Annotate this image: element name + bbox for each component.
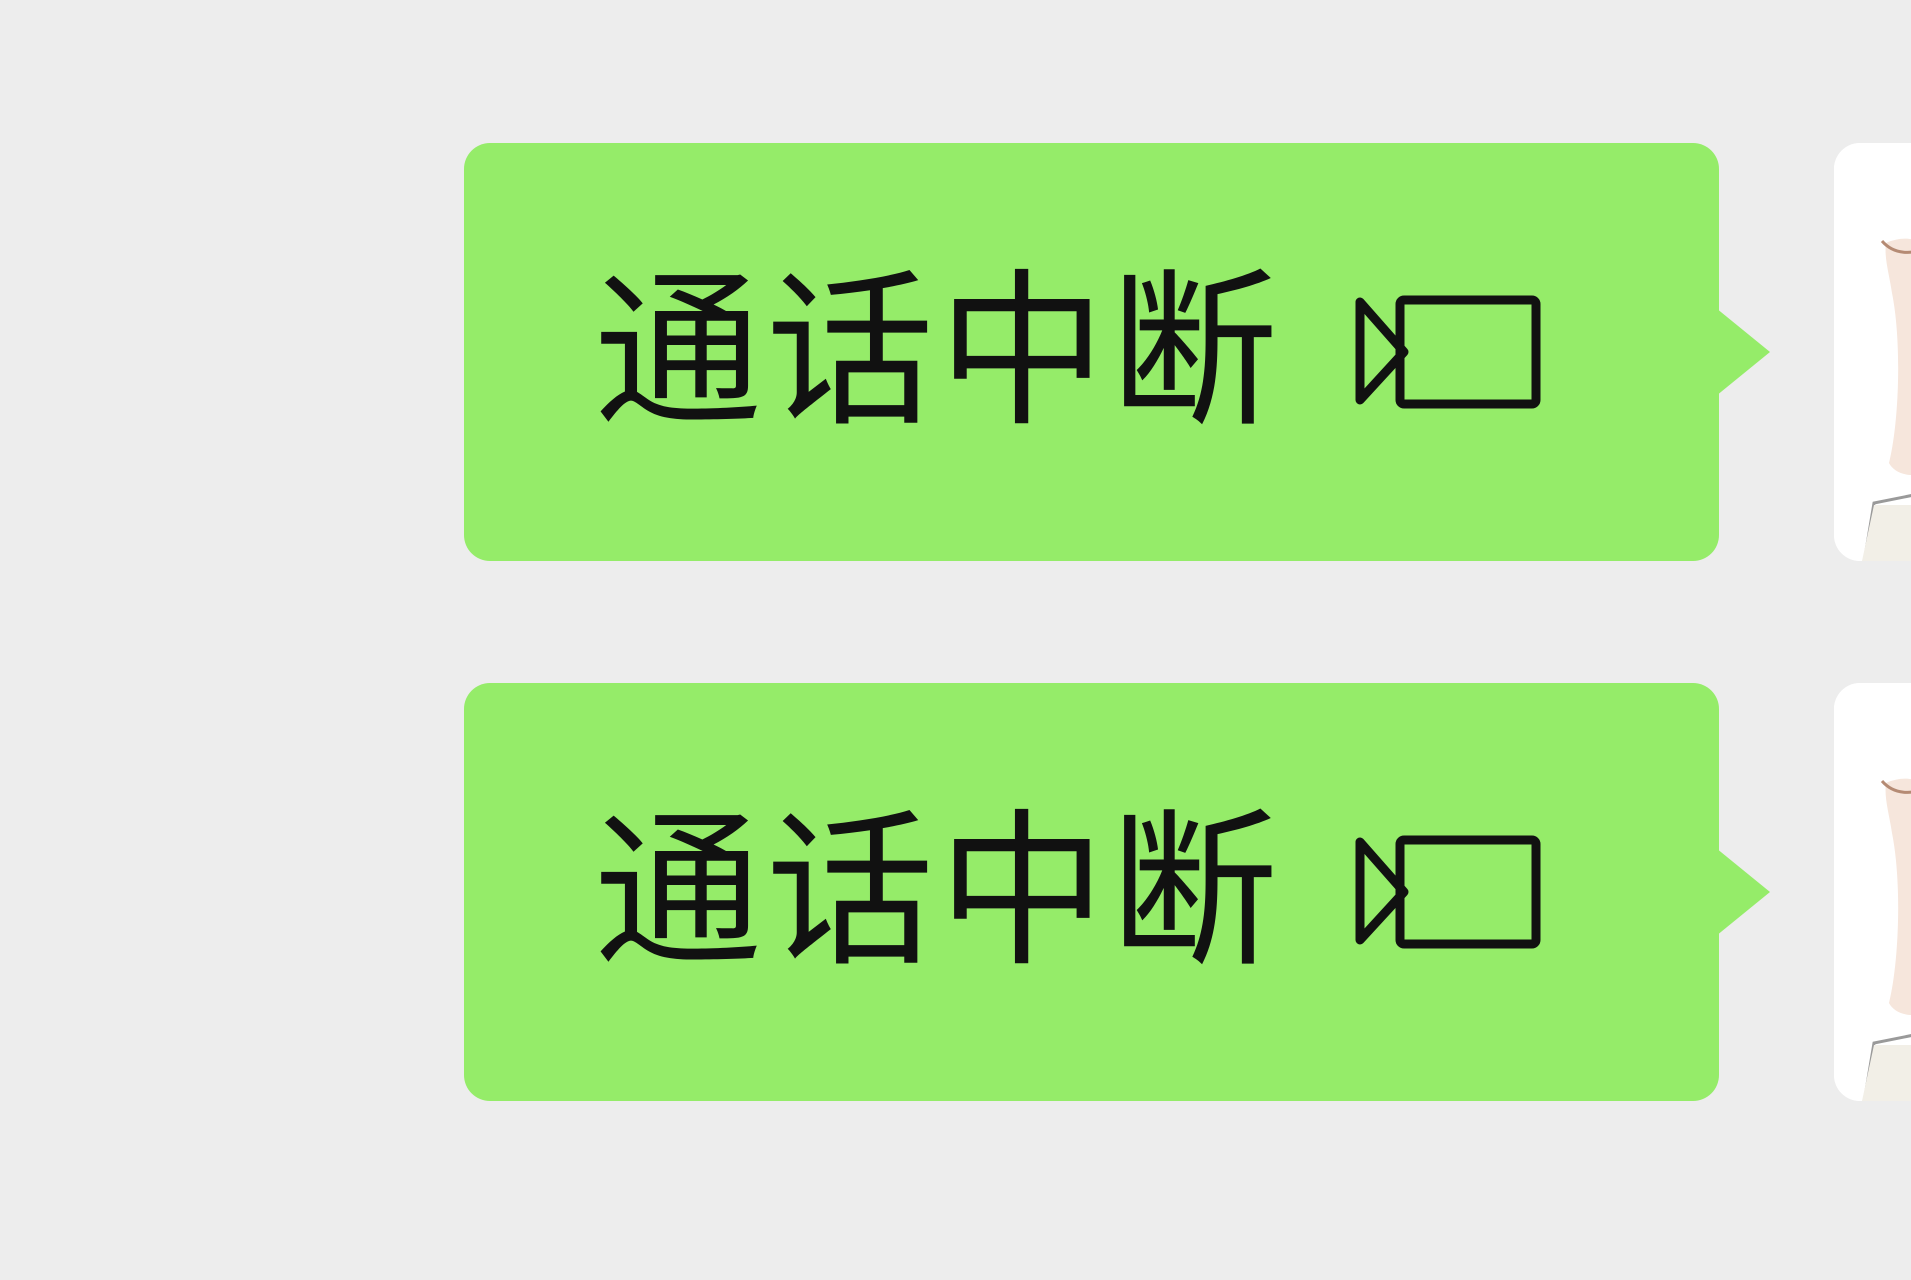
video-call-message-bubble[interactable]: 通话中断 [464, 683, 1719, 1101]
message-row: 通话中断 [0, 143, 1911, 563]
call-status-text: 通话中断 [594, 254, 1282, 450]
message-row: 通话中断 [0, 683, 1911, 1103]
video-camera-icon [1355, 835, 1541, 949]
bubble-content: 通话中断 [594, 683, 1542, 1101]
avatar[interactable] [1834, 683, 1911, 1101]
video-call-message-bubble[interactable]: 通话中断 [464, 143, 1719, 561]
avatar[interactable] [1834, 143, 1911, 561]
bubble-tail [1716, 848, 1770, 936]
bubble-tail [1716, 308, 1770, 396]
call-status-text: 通话中断 [594, 794, 1282, 990]
chat-area: 通话中断 通话中断 [0, 0, 1911, 1280]
bubble-content: 通话中断 [594, 143, 1542, 561]
video-camera-icon [1355, 295, 1541, 409]
